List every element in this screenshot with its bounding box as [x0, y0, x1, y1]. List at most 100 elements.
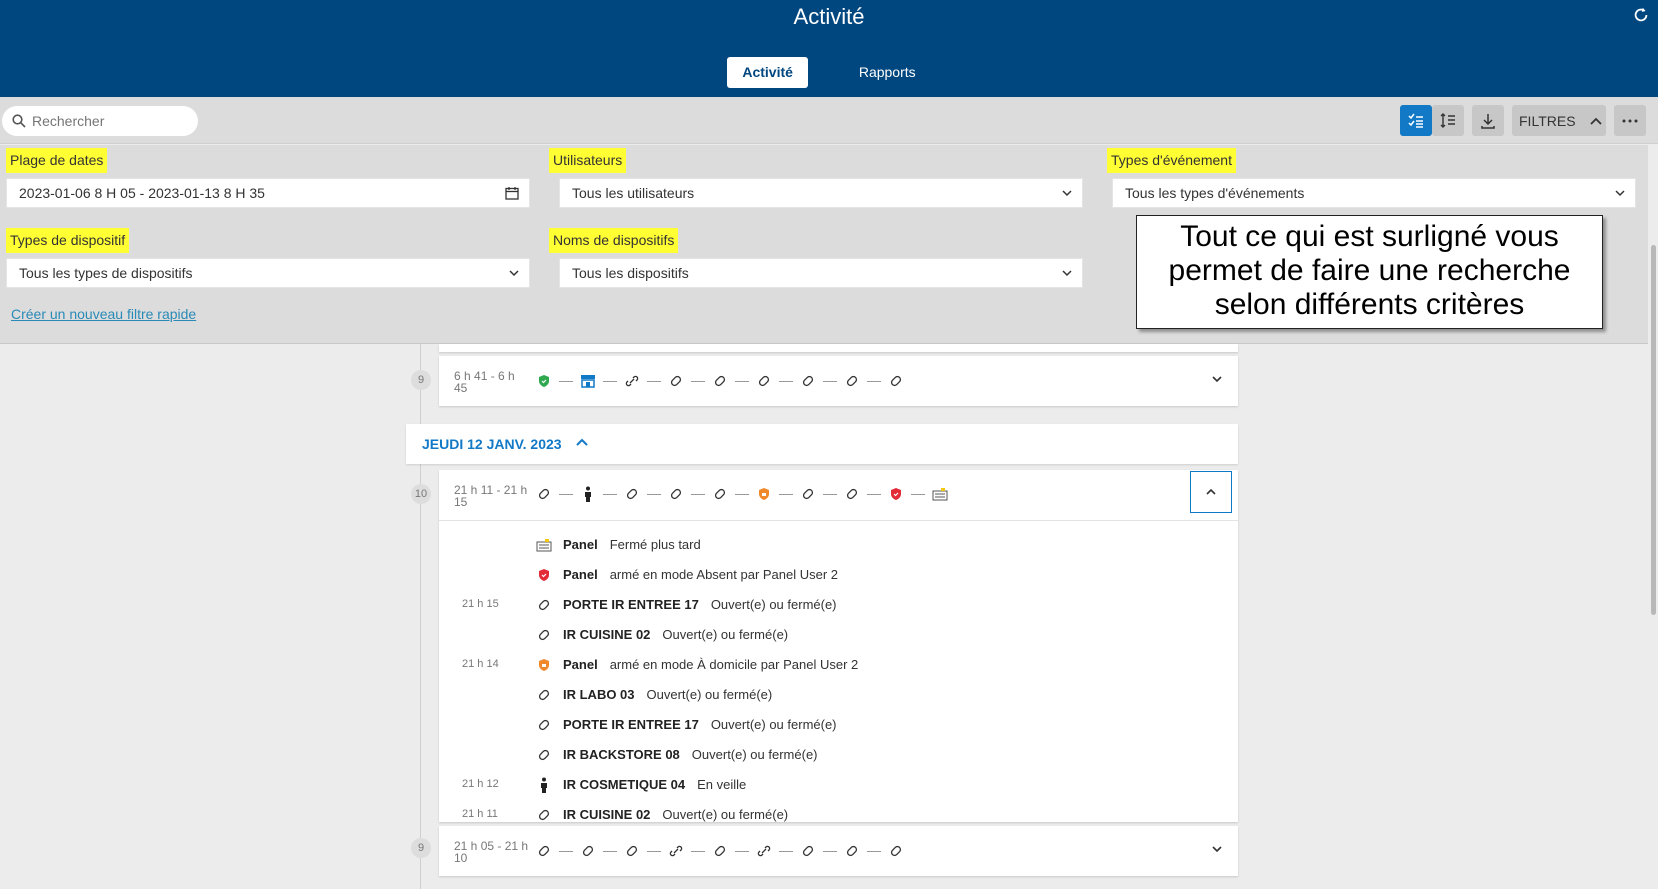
event-name: IR BACKSTORE 08 Ouvert(e) ou fermé(e) — [563, 747, 818, 762]
device-name: IR CUISINE 02 — [563, 807, 651, 822]
scrollbar[interactable] — [1648, 145, 1658, 889]
store-icon — [580, 373, 596, 389]
app-header: Activité Activité Rapports — [0, 0, 1658, 97]
download-button[interactable] — [1472, 105, 1504, 136]
link-icon — [888, 843, 904, 859]
link-icon — [536, 627, 552, 643]
annotation-callout: Tout ce qui est surligné vous permet de … — [1136, 215, 1603, 329]
chevron-up-icon — [1589, 117, 1602, 125]
event-desc: Ouvert(e) ou fermé(e) — [662, 627, 789, 642]
link-broken-icon — [756, 843, 772, 859]
link-icon — [536, 807, 552, 822]
event-name: PORTE IR ENTREE 17 Ouvert(e) ou fermé(e) — [563, 597, 837, 612]
chevron-down-icon — [1062, 190, 1072, 197]
event-row[interactable]: PORTE IR ENTREE 17 Ouvert(e) ou fermé(e) — [439, 710, 1238, 740]
link-icon — [888, 373, 904, 389]
link-broken-icon — [624, 373, 640, 389]
sort-icon — [1440, 112, 1455, 128]
event-group-card-partial — [439, 344, 1238, 352]
event-types-value: Tous les types d'événements — [1125, 185, 1305, 201]
create-quick-filter-link[interactable]: Créer un nouveau filtre rapide — [11, 306, 196, 322]
device-name: IR COSMETIQUE 04 — [563, 777, 686, 792]
event-name: Panel armé en mode Absent par Panel User … — [563, 567, 838, 582]
sort-button[interactable] — [1432, 105, 1464, 136]
device-types-select[interactable]: Tous les types de dispositifs — [6, 258, 530, 288]
users-label: Utilisateurs — [549, 148, 627, 173]
event-name: IR LABO 03 Ouvert(e) ou fermé(e) — [563, 687, 772, 702]
device-name: Panel — [563, 567, 598, 582]
event-row[interactable]: 21 h 15 PORTE IR ENTREE 17 Ouvert(e) ou f… — [439, 590, 1238, 620]
link-icon — [800, 486, 816, 502]
event-name: Panel armé en mode À domicile par Panel U… — [563, 657, 858, 672]
event-row[interactable]: 21 h 11 IR CUISINE 02 Ouvert(e) ou fermé(… — [439, 800, 1238, 822]
users-select[interactable]: Tous les utilisateurs — [559, 178, 1083, 208]
event-desc: Ouvert(e) ou fermé(e) — [691, 747, 818, 762]
event-count-badge: 9 — [411, 838, 431, 858]
panel-icon — [932, 486, 948, 502]
shield-red-icon — [536, 567, 552, 583]
event-desc: Ouvert(e) ou fermé(e) — [710, 597, 837, 612]
date-label: JEUDI 12 JANV. 2023 — [422, 436, 562, 452]
person-icon — [580, 486, 596, 502]
event-group-card[interactable]: 21 h 05 - 21 h 10 — [439, 826, 1238, 876]
person-icon — [536, 777, 552, 793]
link-icon — [800, 373, 816, 389]
event-row[interactable]: IR CUISINE 02 Ouvert(e) ou fermé(e) — [439, 620, 1238, 650]
event-group-header[interactable]: 21 h 11 - 21 h 15 — [439, 470, 1238, 521]
link-broken-icon — [668, 843, 684, 859]
link-icon — [668, 486, 684, 502]
device-types-label: Types de dispositif — [6, 228, 130, 253]
search-box[interactable] — [2, 106, 198, 136]
event-row[interactable]: Panel Fermé plus tard — [439, 530, 1238, 560]
shield-orange-icon — [756, 486, 772, 502]
list-view-button[interactable] — [1400, 105, 1432, 136]
event-desc: En veille — [697, 777, 747, 792]
chevron-down-icon[interactable] — [1210, 372, 1224, 386]
chevron-down-icon[interactable] — [1210, 842, 1224, 856]
event-group-card-expanded: 21 h 11 - 21 h 15 Panel Fermé plus tard … — [439, 470, 1238, 822]
link-icon — [712, 373, 728, 389]
link-icon — [668, 373, 684, 389]
tab-activite[interactable]: Activité — [727, 57, 808, 88]
group-time-range: 21 h 05 - 21 h 10 — [454, 840, 534, 864]
device-types-value: Tous les types de dispositifs — [19, 265, 193, 281]
chevron-down-icon — [1062, 270, 1072, 277]
panel-icon — [536, 537, 552, 553]
tab-rapports[interactable]: Rapports — [844, 57, 931, 88]
date-header[interactable]: JEUDI 12 JANV. 2023 — [406, 424, 1238, 464]
link-icon — [580, 843, 596, 859]
event-row[interactable]: IR LABO 03 Ouvert(e) ou fermé(e) — [439, 680, 1238, 710]
filters-button[interactable]: FILTRES — [1512, 105, 1606, 136]
more-options-button[interactable] — [1614, 105, 1646, 136]
event-time: 21 h 14 — [462, 658, 499, 670]
event-row[interactable]: IR BACKSTORE 08 Ouvert(e) ou fermé(e) — [439, 740, 1238, 770]
event-icon-strip — [536, 843, 904, 859]
group-time-range: 6 h 41 - 6 h 45 — [454, 370, 534, 394]
event-row[interactable]: 21 h 12 IR COSMETIQUE 04 En veille — [439, 770, 1238, 800]
annotation-line: Tout ce qui est surligné vous — [1180, 220, 1559, 253]
device-name: IR BACKSTORE 08 — [563, 747, 680, 762]
event-count-badge: 9 — [411, 370, 431, 390]
event-types-select[interactable]: Tous les types d'événements — [1112, 178, 1636, 208]
link-icon — [844, 373, 860, 389]
event-row[interactable]: Panel armé en mode Absent par Panel User … — [439, 560, 1238, 590]
event-group-card[interactable]: 6 h 41 - 6 h 45 — [439, 356, 1238, 406]
list-checked-icon — [1408, 113, 1423, 128]
date-range-field[interactable]: 2023-01-06 8 H 05 - 2023-01-13 8 H 35 — [6, 178, 530, 208]
search-input[interactable] — [32, 111, 187, 131]
scrollbar-thumb[interactable] — [1651, 245, 1656, 615]
event-time: 21 h 12 — [462, 778, 499, 790]
calendar-icon[interactable] — [505, 186, 519, 200]
group-time-range: 21 h 11 - 21 h 15 — [454, 484, 534, 508]
chevron-up-icon[interactable] — [576, 437, 588, 447]
event-name: IR CUISINE 02 Ouvert(e) ou fermé(e) — [563, 627, 788, 642]
device-name: Panel — [563, 657, 598, 672]
link-icon — [536, 747, 552, 763]
event-desc: Ouvert(e) ou fermé(e) — [710, 717, 837, 732]
device-names-select[interactable]: Tous les dispositifs — [559, 258, 1083, 288]
event-row[interactable]: 21 h 14 Panel armé en mode À domicile par… — [439, 650, 1238, 680]
collapse-button[interactable] — [1190, 471, 1232, 513]
search-icon — [12, 114, 26, 128]
refresh-icon[interactable] — [1632, 6, 1650, 24]
link-icon — [536, 597, 552, 613]
